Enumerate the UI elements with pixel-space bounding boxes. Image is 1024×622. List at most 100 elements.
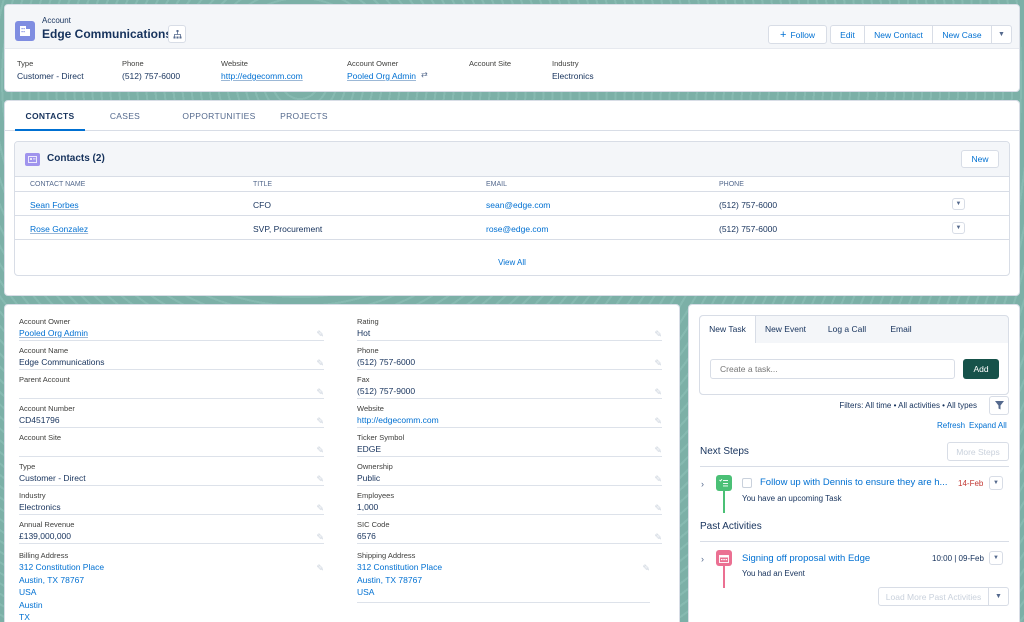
task-title-link[interactable]: Follow up with Dennis to ensure they are…: [760, 477, 953, 488]
tab-cases[interactable]: CASES: [103, 101, 147, 131]
task-checkbox[interactable]: [742, 478, 752, 488]
activity-tab-log-a-call[interactable]: Log a Call: [815, 316, 879, 343]
event-menu-button[interactable]: ▼: [989, 551, 1003, 565]
pencil-icon[interactable]: ✎: [316, 329, 324, 340]
highlight-value[interactable]: Pooled Org Admin: [347, 71, 416, 81]
event-timeline-line: [723, 566, 725, 588]
pencil-icon[interactable]: ✎: [316, 387, 324, 398]
pencil-icon[interactable]: ✎: [316, 358, 324, 369]
pencil-icon[interactable]: ✎: [654, 474, 662, 485]
view-all-link[interactable]: View All: [15, 258, 1009, 267]
row-actions-button[interactable]: ▼: [952, 222, 965, 234]
pencil-icon[interactable]: ✎: [654, 445, 662, 456]
address-line[interactable]: Austin, TX 78767: [19, 575, 84, 585]
load-more-menu-button[interactable]: ▼: [988, 587, 1009, 606]
contacts-title[interactable]: Contacts (2): [47, 153, 105, 164]
field-label: Account Name: [19, 346, 69, 355]
related-tabs-card: CONTACTS CASES OPPORTUNITIES PROJECTS Conta…: [4, 100, 1020, 296]
event-icon: [716, 550, 732, 566]
detail-field: Parent Account ✎: [19, 375, 324, 399]
highlight-value: (512) 757-6000: [122, 71, 181, 81]
highlight-value[interactable]: http://edgecomm.com: [221, 71, 303, 81]
field-label: Phone: [357, 346, 379, 355]
address-line[interactable]: USA: [357, 587, 374, 597]
record-header: Account Edge Communications + Follow Edit…: [4, 4, 1020, 92]
pencil-icon[interactable]: ✎: [654, 503, 662, 514]
detail-field: Employees 1,000 ✎: [357, 491, 662, 515]
edit-button[interactable]: Edit: [830, 25, 865, 44]
contact-phone: (512) 757-6000: [719, 200, 778, 210]
pencil-icon[interactable]: ✎: [654, 358, 662, 369]
detail-field: Annual Revenue £139,000,000 ✎: [19, 520, 324, 544]
pencil-icon[interactable]: ✎: [316, 563, 324, 574]
field-label: Account Owner: [19, 317, 71, 326]
add-task-button[interactable]: Add: [963, 359, 999, 379]
pencil-icon[interactable]: ✎: [654, 416, 662, 427]
column-header[interactable]: PHONE: [719, 181, 744, 188]
column-header[interactable]: TITLE: [253, 181, 272, 188]
task-subtext: You have an upcoming Task: [742, 494, 842, 503]
billing-address-field: Billing Address 312 Constitution Place Aus…: [19, 551, 324, 622]
address-line[interactable]: TX: [19, 612, 30, 622]
detail-field: Ownership Public ✎: [357, 462, 662, 486]
field-value[interactable]: Pooled Org Admin: [19, 328, 88, 338]
address-line[interactable]: Austin, TX 78767: [357, 575, 422, 585]
follow-button[interactable]: + Follow: [768, 25, 827, 44]
detail-field: Phone (512) 757-6000 ✎: [357, 346, 662, 370]
tab-projects[interactable]: PROJECTS: [277, 101, 331, 131]
chevron-down-icon: ▼: [995, 593, 1002, 600]
tab-opportunities[interactable]: OPPORTUNITIES: [167, 101, 271, 131]
pencil-icon[interactable]: ✎: [316, 474, 324, 485]
detail-field: Account Site ✎: [19, 433, 324, 457]
tab-contacts[interactable]: CONTACTS: [15, 101, 85, 131]
change-owner-icon[interactable]: ⇄: [421, 70, 428, 79]
task-menu-button[interactable]: ▼: [989, 476, 1003, 490]
load-more-button[interactable]: Load More Past Activities: [878, 587, 989, 606]
expand-event-icon[interactable]: ›: [701, 554, 704, 564]
divider: [700, 541, 1009, 542]
field-value: (512) 757-6000: [357, 357, 416, 367]
pencil-icon[interactable]: ✎: [316, 445, 324, 456]
address-line[interactable]: 312 Constitution Place: [19, 562, 104, 572]
row-actions-button[interactable]: ▼: [952, 198, 965, 210]
pencil-icon[interactable]: ✎: [316, 532, 324, 543]
contact-name[interactable]: Sean Forbes: [30, 200, 79, 210]
column-header[interactable]: EMAIL: [486, 181, 507, 188]
new-contact-list-button[interactable]: New: [961, 150, 999, 168]
contact-email[interactable]: sean@edge.com: [486, 200, 550, 210]
expand-task-icon[interactable]: ›: [701, 479, 704, 489]
address-line[interactable]: 312 Constitution Place: [357, 562, 442, 572]
plus-icon: +: [780, 28, 787, 41]
column-header[interactable]: CONTACT NAME: [30, 181, 85, 188]
table-row: Rose Gonzalez SVP, Procurement rose@edge.c…: [15, 216, 1009, 240]
detail-field: Account Owner Pooled Org Admin ✎: [19, 317, 324, 341]
chevron-down-icon: ▼: [998, 31, 1005, 38]
new-case-button[interactable]: New Case: [932, 25, 992, 44]
hierarchy-icon: [173, 29, 181, 38]
event-title-link[interactable]: Signing off proposal with Edge: [742, 553, 870, 564]
activity-tab-new-task[interactable]: New Task: [700, 316, 756, 343]
pencil-icon[interactable]: ✎: [316, 503, 324, 514]
detail-field: Account Number CD451796 ✎: [19, 404, 324, 428]
expand-all-link[interactable]: Expand All: [969, 421, 1007, 430]
pencil-icon[interactable]: ✎: [642, 563, 650, 574]
pencil-icon[interactable]: ✎: [654, 329, 662, 340]
pencil-icon[interactable]: ✎: [654, 532, 662, 543]
pencil-icon[interactable]: ✎: [316, 416, 324, 427]
contact-email[interactable]: rose@edge.com: [486, 224, 549, 234]
refresh-link[interactable]: Refresh: [937, 421, 965, 430]
activity-tab-new-event[interactable]: New Event: [756, 316, 815, 343]
task-input[interactable]: [710, 359, 955, 379]
field-value[interactable]: http://edgecomm.com: [357, 415, 439, 425]
address-line[interactable]: USA: [19, 587, 36, 597]
new-contact-button[interactable]: New Contact: [864, 25, 933, 44]
field-label: Ticker Symbol: [357, 433, 405, 442]
activity-tab-email[interactable]: Email: [879, 316, 923, 343]
pencil-icon[interactable]: ✎: [654, 387, 662, 398]
more-steps-button[interactable]: More Steps: [947, 442, 1009, 461]
filter-button[interactable]: [989, 396, 1009, 415]
hierarchy-button[interactable]: [168, 25, 186, 43]
address-line[interactable]: Austin: [19, 600, 43, 610]
contact-name[interactable]: Rose Gonzalez: [30, 224, 88, 234]
more-actions-button[interactable]: ▼: [991, 25, 1012, 44]
